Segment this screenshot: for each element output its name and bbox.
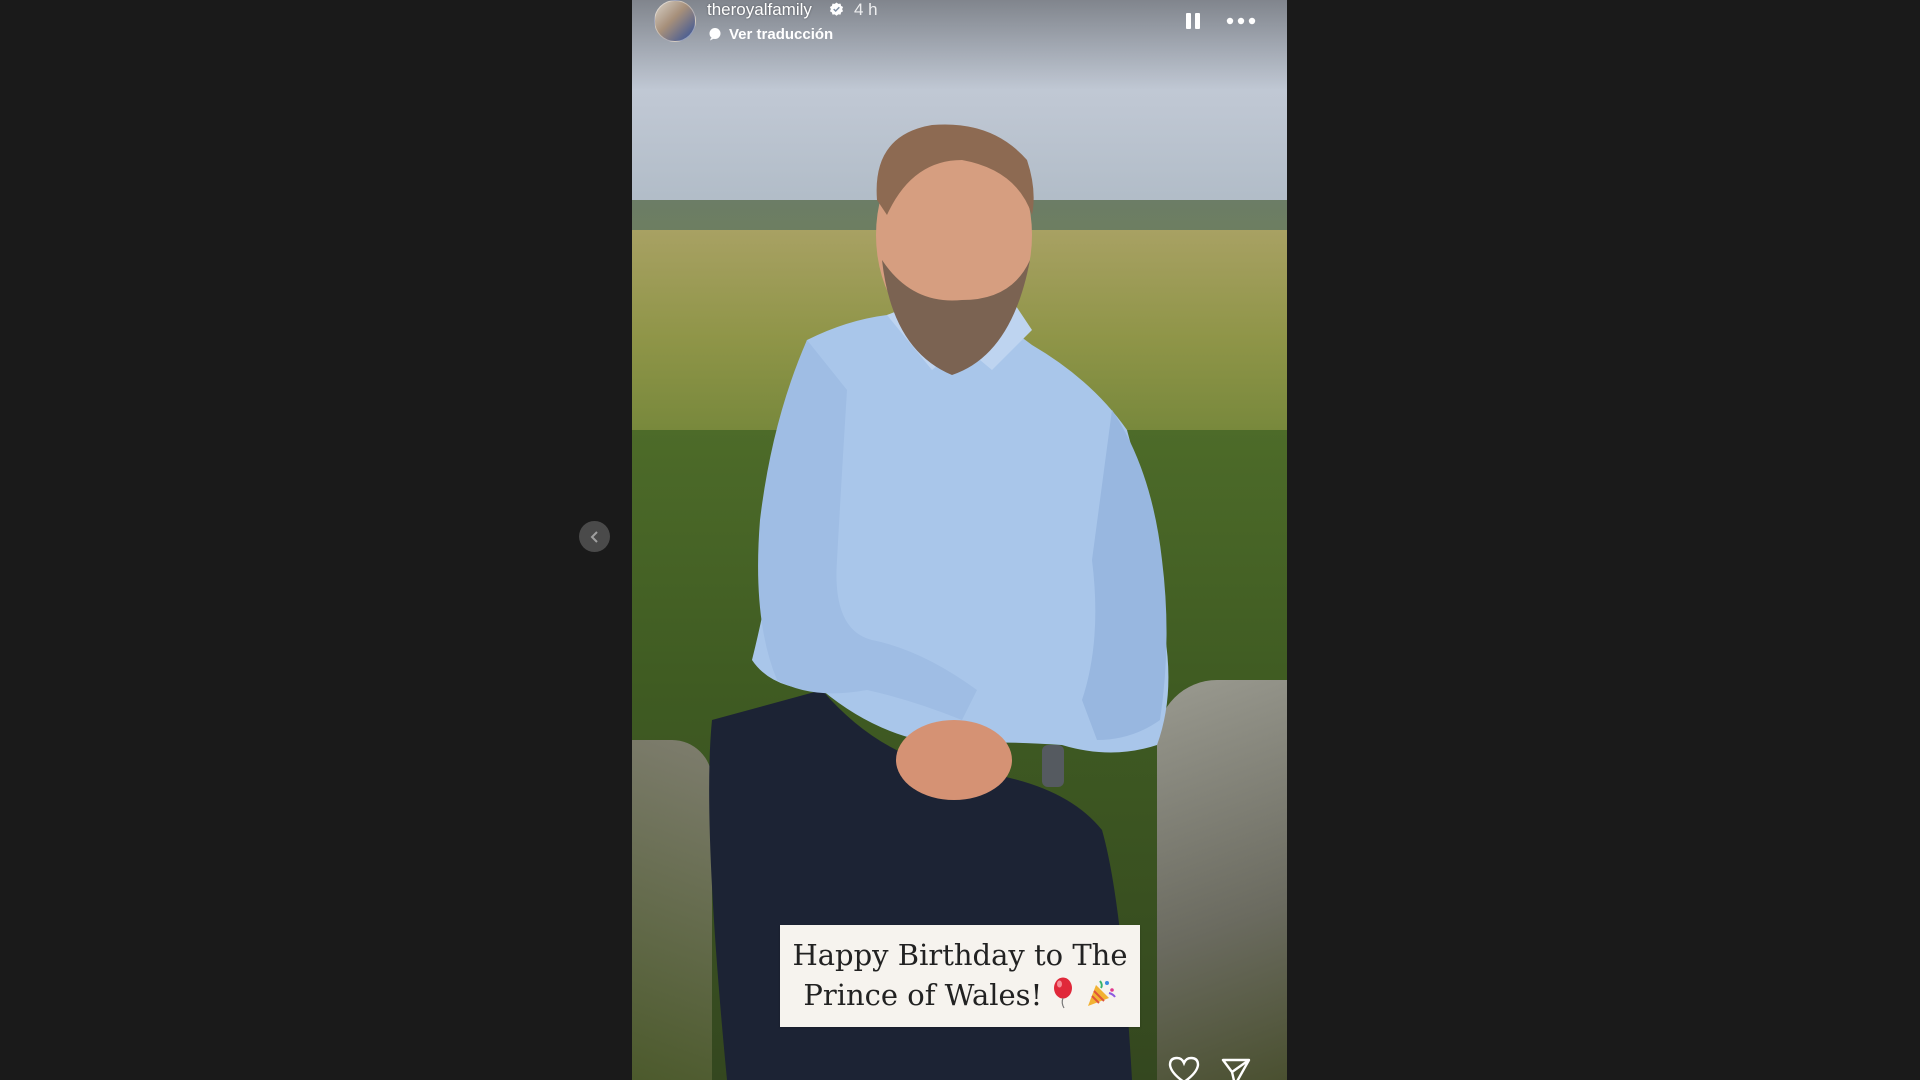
story-username[interactable]: theroyalfamily xyxy=(707,0,812,20)
pause-icon[interactable] xyxy=(1182,10,1204,32)
caption-line-2: Prince of Wales! xyxy=(780,975,1140,1015)
balloon-emoji-icon xyxy=(1054,977,1073,1009)
send-icon[interactable] xyxy=(1220,1057,1252,1080)
previous-story-button[interactable] xyxy=(579,521,610,552)
verified-badge-icon xyxy=(829,2,844,16)
caption-line-1: Happy Birthday to The xyxy=(792,938,1128,972)
profile-avatar[interactable] xyxy=(654,0,696,42)
more-options-icon[interactable] xyxy=(1222,10,1262,32)
see-translation-link[interactable]: Ver traducción xyxy=(729,26,833,44)
caption-line-2-text: Prince of Wales! xyxy=(803,978,1043,1012)
story-caption-sticker: Happy Birthday to The Prince of Wales! xyxy=(780,925,1140,1027)
story-viewer: theroyalfamily 4 h Ver traducción Happy … xyxy=(632,0,1287,1080)
story-time: 4 h xyxy=(854,0,878,19)
party-popper-emoji-icon xyxy=(1087,980,1116,1006)
translate-icon xyxy=(709,28,721,41)
chevron-left-icon xyxy=(590,530,598,543)
story-photo-person xyxy=(709,124,1169,1080)
heart-icon[interactable] xyxy=(1167,1055,1201,1080)
story-header: theroyalfamily 4 h Ver traducción xyxy=(632,0,1287,60)
